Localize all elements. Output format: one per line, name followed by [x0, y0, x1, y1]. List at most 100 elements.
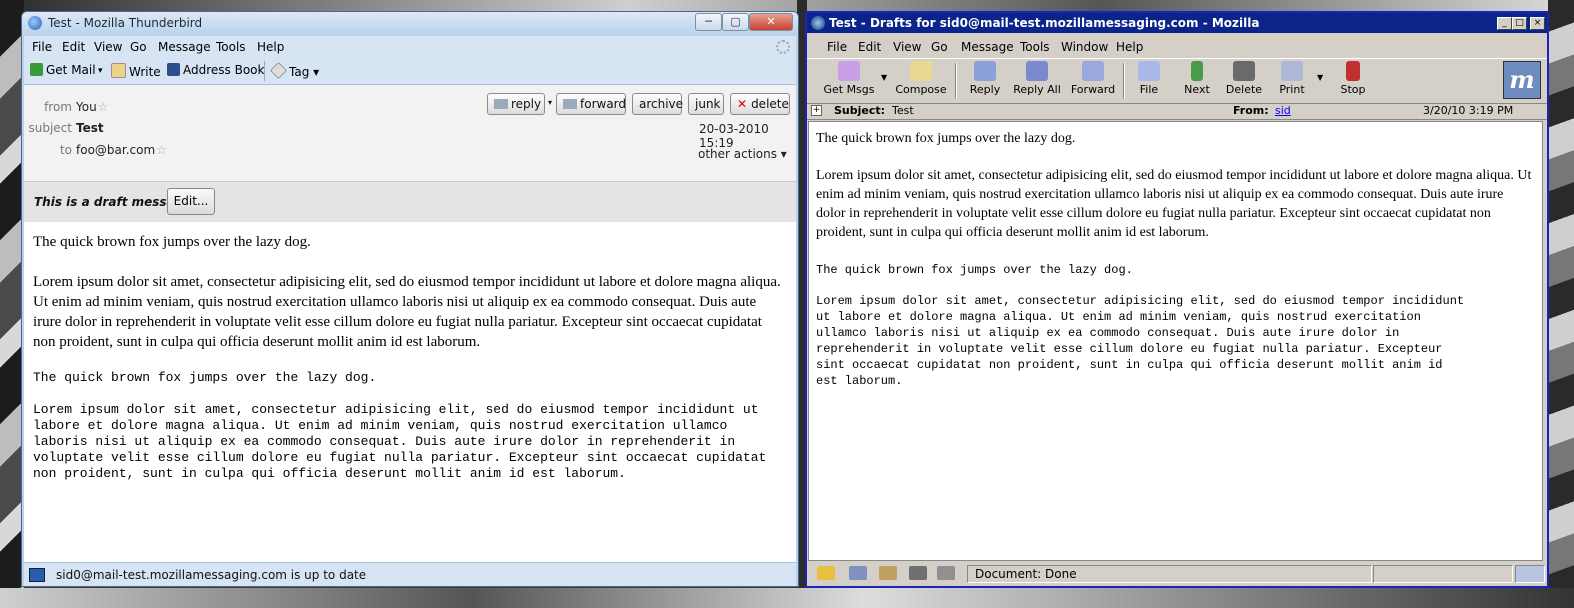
- junk-button[interactable]: junk: [688, 93, 724, 115]
- forward-button[interactable]: forward: [556, 93, 626, 115]
- reply-dropdown[interactable]: ▾: [544, 93, 556, 115]
- progress-field: [1373, 565, 1513, 583]
- menu-file[interactable]: File: [827, 40, 847, 54]
- to-label: to: [59, 143, 72, 157]
- body-preformatted: Lorem ipsum dolor sit amet, consectetur …: [33, 402, 767, 481]
- toolbar-separator: [955, 63, 957, 99]
- forward-label: Forward: [1070, 83, 1116, 96]
- message-body[interactable]: The quick brown fox jumps over the lazy …: [808, 121, 1543, 561]
- composer-icon[interactable]: [879, 566, 897, 580]
- compose-button[interactable]: Compose: [895, 61, 947, 96]
- write-button[interactable]: Write: [111, 63, 161, 79]
- get-msgs-dropdown[interactable]: ▼: [881, 73, 887, 82]
- get-mail-dropdown[interactable]: ▾: [98, 66, 103, 76]
- menu-help[interactable]: Help: [1116, 40, 1143, 54]
- next-button[interactable]: Next: [1171, 61, 1223, 96]
- get-mail-label: Get Mail: [46, 63, 96, 77]
- get-msgs-button[interactable]: Get Msgs: [821, 61, 877, 96]
- subject-value: Test: [76, 121, 104, 135]
- message-header: + Subject: Test From: sid 3/20/10 3:19 P…: [807, 103, 1547, 120]
- reply-label: reply: [511, 97, 542, 111]
- irc-chat-icon[interactable]: [937, 566, 955, 580]
- address-book-button[interactable]: Address Book: [167, 63, 264, 77]
- stop-button[interactable]: Stop: [1327, 61, 1379, 96]
- draft-notification-bar: This is a draft message Edit...: [24, 181, 796, 223]
- file-button[interactable]: File: [1123, 61, 1175, 96]
- close-button[interactable]: ×: [1530, 17, 1545, 30]
- reply-all-button[interactable]: Reply All: [1011, 61, 1063, 96]
- message-body[interactable]: The quick brown fox jumps over the lazy …: [24, 222, 796, 562]
- reply-label: Reply: [969, 83, 1001, 96]
- menu-view[interactable]: View: [893, 40, 921, 54]
- title-bar[interactable]: Test - Mozilla Thunderbird ─ ▢ ✕: [22, 12, 798, 36]
- compose-icon: [910, 61, 932, 81]
- menu-help[interactable]: Help: [257, 40, 284, 54]
- to-value[interactable]: foo@bar.com☆: [76, 143, 167, 157]
- message-date: 20-03-2010 15:19: [699, 122, 769, 150]
- reply-button[interactable]: reply: [487, 93, 545, 115]
- archive-button[interactable]: archive: [632, 93, 683, 115]
- thunderbird-app-icon[interactable]: [28, 16, 42, 30]
- menu-edit[interactable]: Edit: [62, 40, 85, 54]
- expand-header-toggle[interactable]: +: [811, 105, 822, 116]
- subject-label: subject: [28, 121, 73, 135]
- body-paragraph: Lorem ipsum dolor sit amet, consectetur …: [33, 274, 781, 350]
- maximize-button[interactable]: □: [1512, 17, 1527, 30]
- forward-label: forward: [580, 97, 627, 111]
- menu-go[interactable]: Go: [130, 40, 147, 54]
- reply-button[interactable]: Reply: [959, 61, 1011, 96]
- thunderbird-window: Test - Mozilla Thunderbird ─ ▢ ✕ File Ed…: [21, 11, 799, 587]
- title-bar[interactable]: Test - Drafts for sid0@mail-test.mozilla…: [807, 13, 1547, 33]
- tag-button[interactable]: Tag ▾: [270, 62, 320, 79]
- close-button[interactable]: ✕: [749, 13, 793, 31]
- to-address[interactable]: foo@bar.com: [76, 143, 155, 157]
- minimize-button[interactable]: _: [1497, 17, 1512, 30]
- star-icon[interactable]: ☆: [98, 100, 109, 114]
- delete-button[interactable]: Delete: [1218, 61, 1270, 96]
- from-value[interactable]: You☆: [76, 100, 108, 114]
- security-icon[interactable]: [817, 566, 835, 580]
- mail-icon[interactable]: [849, 566, 867, 580]
- menu-tools[interactable]: Tools: [216, 40, 246, 54]
- stop-icon: [1346, 61, 1360, 81]
- next-arrow-icon: [1191, 61, 1203, 81]
- online-status-icon[interactable]: [29, 568, 45, 582]
- online-offline-icon[interactable]: [1515, 565, 1545, 583]
- maximize-button[interactable]: ▢: [722, 13, 749, 31]
- forward-button[interactable]: Forward: [1067, 61, 1119, 96]
- body-preformatted: The quick brown fox jumps over the lazy …: [816, 263, 1133, 277]
- print-dropdown[interactable]: ▼: [1317, 73, 1323, 82]
- print-button[interactable]: Print: [1266, 61, 1318, 96]
- menu-window[interactable]: Window: [1061, 40, 1108, 54]
- from-link[interactable]: sid: [1275, 104, 1291, 117]
- forward-icon: [1082, 61, 1104, 81]
- edit-draft-button[interactable]: Edit...: [167, 188, 215, 215]
- menu-go[interactable]: Go: [931, 40, 948, 54]
- desktop-background-bottom: [0, 588, 1574, 608]
- write-label: Write: [129, 65, 161, 79]
- menu-message[interactable]: Message: [961, 40, 1014, 54]
- menu-edit[interactable]: Edit: [858, 40, 881, 54]
- address-book-label: Address Book: [183, 63, 265, 77]
- menu-message[interactable]: Message: [158, 40, 211, 54]
- reply-all-icon: [1026, 61, 1048, 81]
- mozilla-throbber-logo[interactable]: m: [1503, 61, 1541, 99]
- mozilla-app-icon[interactable]: [811, 16, 825, 30]
- menu-tools[interactable]: Tools: [1020, 40, 1050, 54]
- menu-view[interactable]: View: [94, 40, 122, 54]
- stop-label: Stop: [1340, 83, 1366, 96]
- star-icon[interactable]: ☆: [156, 143, 167, 157]
- address-book-icon[interactable]: [909, 566, 927, 580]
- get-mail-button[interactable]: Get Mail: [30, 63, 96, 77]
- menu-file[interactable]: File: [32, 40, 52, 54]
- from-value[interactable]: sid: [1275, 104, 1291, 117]
- from-address[interactable]: You: [76, 100, 97, 114]
- main-toolbar: Get Msgs ▼ Compose Reply Reply All Forwa…: [807, 58, 1547, 104]
- file-label: File: [1139, 83, 1159, 96]
- minimize-button[interactable]: ─: [695, 13, 722, 31]
- tag-label: Tag ▾: [289, 65, 320, 79]
- delete-button[interactable]: ✕ delete: [730, 93, 790, 115]
- from-label: from: [44, 100, 72, 114]
- status-text: Document: Done: [975, 567, 1077, 581]
- other-actions-button[interactable]: other actions ▾: [698, 147, 787, 161]
